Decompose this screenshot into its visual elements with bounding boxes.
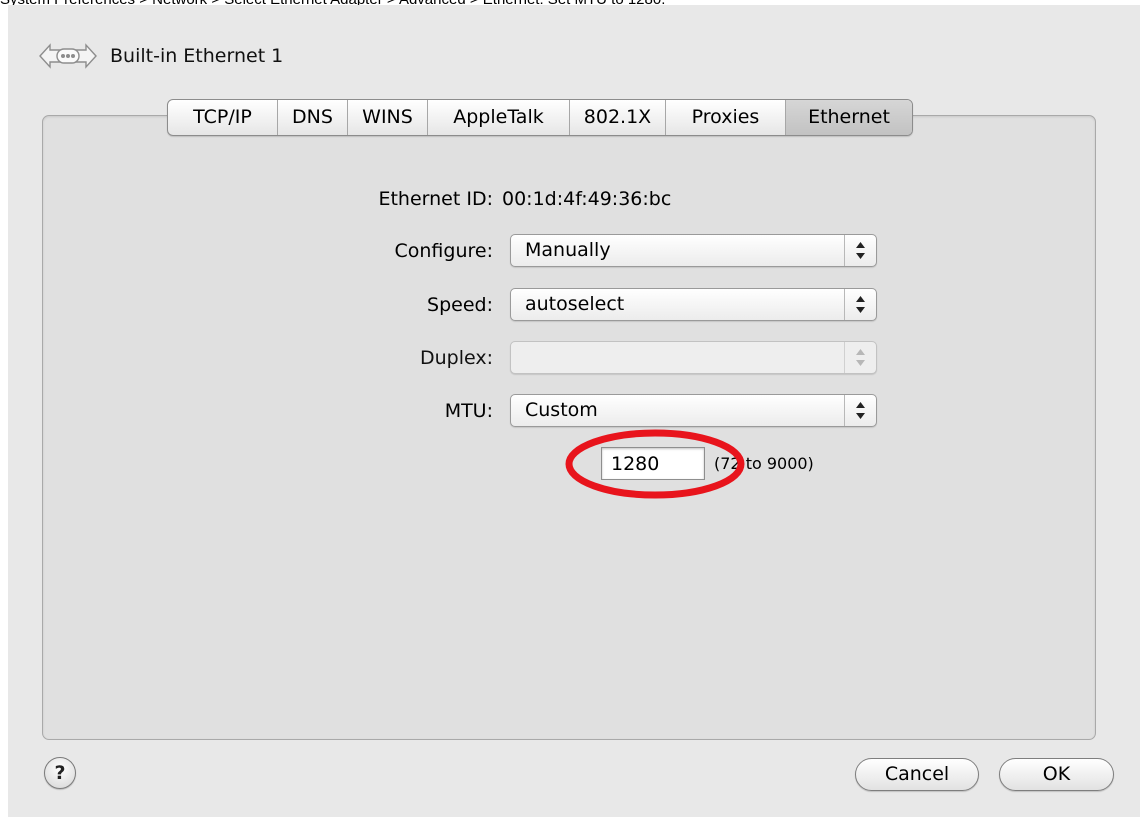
ethernet-id-label: Ethernet ID: [378,188,493,210]
tab-dns[interactable]: DNS [278,100,348,135]
configure-label: Configure: [394,240,494,262]
speed-popup-value: autoselect [525,293,625,315]
tab-8021x[interactable]: 802.1X [570,100,666,135]
duplex-popup [510,341,877,374]
duplex-label: Duplex: [419,347,493,369]
ethernet-id-value: 00:1d:4f:49:36:bc [502,188,672,210]
tab-bar: TCP/IP DNS WINS AppleTalk 802.1X Proxies… [167,99,913,136]
speed-popup[interactable]: autoselect [510,288,877,321]
mtu-custom-input[interactable] [601,447,705,480]
mtu-label: MTU: [444,400,493,422]
speed-label: Speed: [427,294,493,316]
tab-tcpip[interactable]: TCP/IP [168,100,278,135]
tab-appletalk[interactable]: AppleTalk [428,100,570,135]
mtu-popup-value: Custom [525,399,598,421]
up-down-arrows-icon [844,235,865,266]
up-down-arrows-icon [844,342,865,373]
configure-popup[interactable]: Manually [510,234,877,267]
screenshot-root: System Preferences > Network > Select Et… [0,0,1144,821]
network-arrows-icon [39,43,97,69]
window-title: Built-in Ethernet 1 [110,45,284,67]
mtu-range-hint: (72 to 9000) [714,454,814,473]
tab-ethernet[interactable]: Ethernet [786,100,912,135]
tab-wins[interactable]: WINS [348,100,428,135]
mtu-popup[interactable]: Custom [510,394,877,427]
tab-proxies[interactable]: Proxies [666,100,786,135]
ok-button[interactable]: OK [999,758,1114,791]
help-button[interactable]: ? [44,757,76,789]
up-down-arrows-icon [844,289,865,320]
up-down-arrows-icon [844,395,865,426]
configure-popup-value: Manually [525,239,611,261]
cancel-button[interactable]: Cancel [855,758,979,791]
